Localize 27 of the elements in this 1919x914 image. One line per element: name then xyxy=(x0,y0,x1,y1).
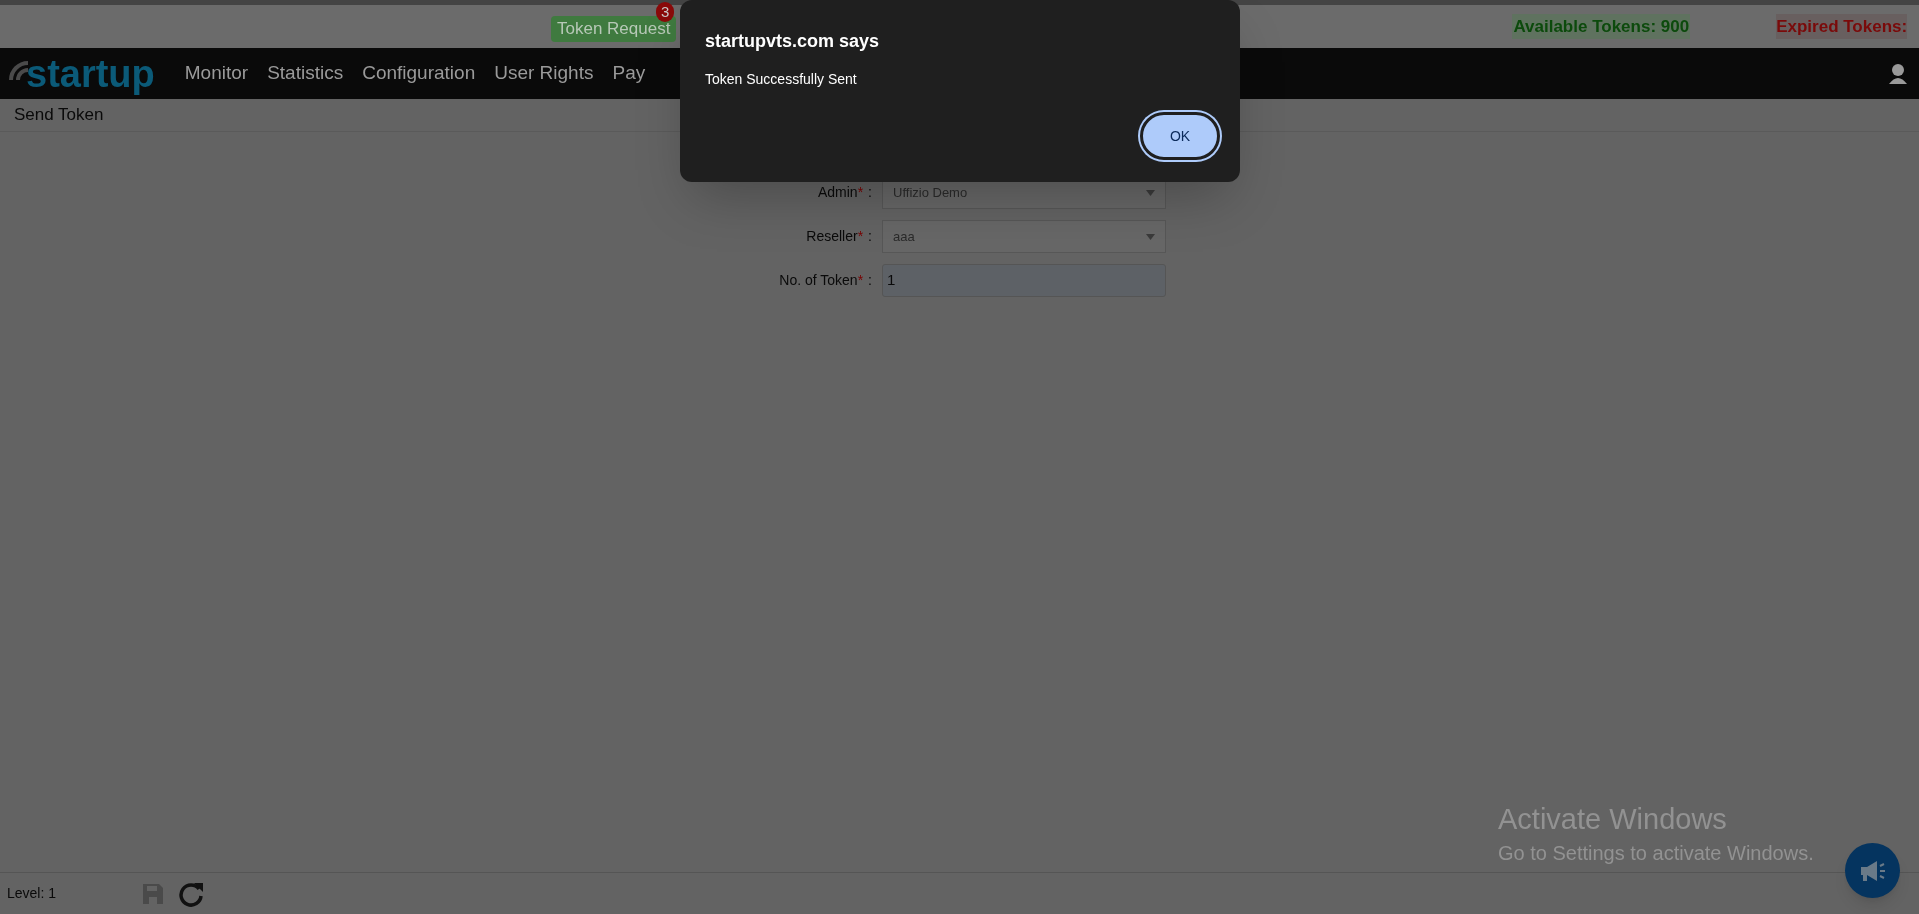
nav-item[interactable]: User Rights xyxy=(494,59,594,88)
required-mark: * xyxy=(857,184,864,200)
logo: startup xyxy=(8,51,155,96)
dropdown-caret-icon xyxy=(1146,233,1155,240)
label-separator: : xyxy=(868,184,872,200)
level-text: Level: 1 xyxy=(7,884,57,903)
dialog-title: startupvts.com says xyxy=(705,30,881,53)
available-tokens-text: Available Tokens: 900 xyxy=(1512,13,1691,40)
field-label: Reseller xyxy=(806,228,858,244)
nav-item[interactable]: Configuration xyxy=(362,59,476,88)
dropdown-caret-icon xyxy=(1146,189,1155,196)
label-separator: : xyxy=(868,228,872,244)
field-label: Admin xyxy=(817,184,858,200)
label-separator: : xyxy=(868,272,872,288)
nav-item[interactable]: Monitor xyxy=(184,59,249,88)
ok-button[interactable]: OK xyxy=(1140,112,1220,160)
announcement-button[interactable] xyxy=(1845,843,1900,898)
field-label: No. of Token xyxy=(779,272,858,288)
nav-item[interactable]: Pay xyxy=(612,59,646,88)
megaphone-icon xyxy=(1858,859,1887,882)
user-icon[interactable] xyxy=(1887,62,1909,85)
required-mark: * xyxy=(857,272,864,288)
nav-item[interactable]: Statistics xyxy=(267,59,344,88)
page-title: Send Token xyxy=(14,104,104,127)
required-mark: * xyxy=(857,228,864,244)
dialog-message: Token Successfully Sent xyxy=(705,70,858,89)
expired-tokens-text: Expired Tokens: xyxy=(1776,13,1908,40)
